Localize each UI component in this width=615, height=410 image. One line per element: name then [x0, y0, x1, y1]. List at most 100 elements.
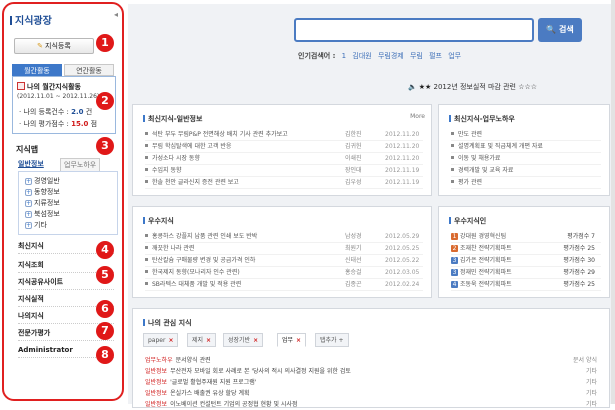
sidebar: 지식광장 ◂ ✎ 지식등록 월간활동 연간활동 나의 월간지식활동 (2012.1…	[2, 2, 124, 401]
tree-item[interactable]: + 북섬정보	[19, 209, 117, 220]
list-item[interactable]: 일반정보 무산전자 모바일 회로 사례로 본 '당사의 적시 의사결정 지원을 위…	[145, 366, 601, 377]
tree-item-label: 동향정보	[34, 188, 60, 196]
notice-stars-right: ☆☆☆	[518, 83, 538, 91]
list-item[interactable]: 무림 학심탈색에 대한 고객 반응 김귀헌 2012.11.20	[145, 141, 423, 153]
list-item[interactable]: 한솔 천안 글라신지 증전 관련 보고 김우성 2012.11.19	[145, 177, 423, 189]
keyword-link[interactable]: 업무	[448, 52, 461, 60]
speaker-icon: 🔈	[408, 83, 417, 91]
tab-general-info[interactable]: 일반정보	[18, 158, 44, 170]
collapse-icon[interactable]: ◂	[114, 10, 118, 19]
close-icon[interactable]: ×	[253, 337, 258, 344]
tree-item[interactable]: + 지류정보	[19, 198, 117, 209]
list-item[interactable]: 3 정재민 전략기획파트 평가점수 29	[451, 267, 601, 279]
notice-stars-left: ★★	[418, 83, 432, 91]
rating-unit: 점	[90, 120, 98, 128]
registered-value: 2.0	[71, 108, 84, 116]
interest-tab[interactable]: 성장기반 ×	[223, 333, 264, 347]
search-button[interactable]: 🔍 검색	[538, 18, 582, 42]
expand-icon[interactable]: +	[25, 189, 32, 196]
close-icon[interactable]: ×	[168, 337, 173, 344]
tree-item-label: 기타	[34, 221, 47, 229]
activity-period: (2012.11.01 ~ 2012.11.26)	[17, 93, 100, 100]
tree-item[interactable]: + 동향정보	[19, 187, 117, 198]
tab-monthly[interactable]: 월간활동	[12, 64, 62, 76]
panel-title: 우수지식	[143, 216, 174, 226]
list-item[interactable]: 한국제지 동향(모나리자 인수 관련) 홍승걸 2012.03.05	[145, 267, 423, 279]
callout-badge-2: 2	[96, 92, 114, 110]
pencil-icon: ✎	[37, 42, 44, 50]
tab-work-knowhow[interactable]: 업무노하우	[60, 158, 101, 172]
expand-icon[interactable]: +	[25, 211, 32, 218]
list-item[interactable]: 이동 및 채용가료	[451, 153, 601, 165]
list-item[interactable]: 업무노하우 문서양식 관련 문서 양식	[145, 355, 601, 366]
panel-title: 최신지식-업무노하우	[449, 114, 515, 124]
tree-item[interactable]: + 경영일반	[19, 176, 117, 187]
callout-badge-4: 4	[96, 241, 114, 259]
list-item[interactable]: SB라텍스 대체품 개발 및 적용 관련 김종곤 2012.02.24	[145, 279, 423, 291]
interest-tab-active[interactable]: 업무 ×	[277, 333, 307, 347]
list-item[interactable]: 설명계획표 및 직급체계 개편 자료	[451, 141, 601, 153]
list-item[interactable]: 수입지 동향 장인대 2012.11.19	[145, 165, 423, 177]
keyword-link[interactable]: 무림경제	[378, 52, 404, 60]
list-item[interactable]: 만도 관련	[451, 129, 601, 141]
list-item[interactable]: 석탄 부두 무림P&P 전면해상 배치 기사 관련 추가보고 김한진 2012.11…	[145, 129, 423, 141]
list-item[interactable]: 2 조재찬 전략기획파트 평가점수 25	[451, 243, 601, 255]
tab-yearly[interactable]: 연간활동	[64, 64, 114, 76]
popular-keywords: 인기검색어 : 1 김대원 무림경제 무림 펄프 업무	[298, 51, 465, 61]
close-icon[interactable]: ×	[206, 337, 211, 344]
list-item[interactable]: 일반정보 온실가스 배출권 유상 할당 계획 기타	[145, 388, 601, 399]
tree-item[interactable]: + 기타	[19, 220, 117, 231]
best-people-panel: 우수지식인 1 강대원 경영혁신팀 평가점수 7 2 조재찬 전략기획파트 평가점수 2…	[438, 206, 610, 298]
list-item[interactable]: 1 강대원 경영혁신팀 평가점수 7	[451, 231, 601, 243]
callout-badge-3: 3	[96, 137, 114, 155]
keyword-link[interactable]: 펄프	[429, 52, 442, 60]
interest-tab[interactable]: 제지 ×	[187, 333, 217, 347]
notice-text: 2012년 정보실적 마감 관련	[433, 83, 516, 91]
expand-icon[interactable]: +	[25, 200, 32, 207]
register-knowledge-button[interactable]: ✎ 지식등록	[14, 38, 94, 54]
add-tab-button[interactable]: 탭추가 +	[315, 333, 349, 347]
keyword-link[interactable]: 무림	[410, 52, 423, 60]
tree-item-label: 경영일반	[34, 177, 60, 185]
list-item[interactable]: 일반정보 이노베이션 컨설턴트 기업의 공정협 현황 및 시사점 기타	[145, 399, 601, 410]
expand-icon[interactable]: +	[25, 178, 32, 185]
list-item[interactable]: 가성소다 시장 동향 이쇄진 2012.11.20	[145, 153, 423, 165]
close-icon[interactable]: ×	[296, 337, 301, 344]
calendar-icon	[17, 82, 25, 90]
knowledge-map-title: 지식맵	[16, 145, 39, 154]
list-item[interactable]: 홍콩하스 강플지 납품 관련 인쇄 보도 반박 남성경 2012.05.29	[145, 231, 423, 243]
panel-title: 나의 관심 지식	[143, 318, 192, 328]
knowledge-tree: + 경영일반 + 동향정보 + 지류정보 + 북섬정보 + 기타	[18, 171, 118, 235]
list-item[interactable]: 깨끗한 나라 관련 최원기 2012.05.25	[145, 243, 423, 255]
interest-list: 업무노하우 문서양식 관련 문서 양식 일반정보 무산전자 모바일 회로 사례로 본 …	[145, 355, 601, 410]
more-link[interactable]: More	[410, 113, 425, 120]
list-item[interactable]: 평가 관련	[451, 177, 601, 189]
best-knowledge-list: 홍콩하스 강플지 납품 관련 인쇄 보도 반박 남성경 2012.05.29 깨끗한…	[145, 231, 423, 291]
keyword-link[interactable]: 김대원	[352, 52, 371, 60]
list-item[interactable]: 탄산칼슘 구매물량 변경 및 공급가격 인하 신태선 2012.05.22	[145, 255, 423, 267]
panel-title: 최신지식-일반정보	[143, 114, 202, 124]
activity-title-text: 나의 월간지식활동	[27, 83, 81, 91]
best-knowledge-panel: 우수지식 홍콩하스 강플지 납품 관련 인쇄 보도 반박 남성경 2012.05.2…	[132, 206, 432, 298]
callout-badge-6: 6	[96, 300, 114, 318]
popular-label: 인기검색어 :	[298, 52, 336, 60]
list-item[interactable]: 3 김가은 전략기획파트 평가점수 30	[451, 255, 601, 267]
expand-icon[interactable]: +	[25, 222, 32, 229]
vertical-scrollbar[interactable]	[611, 0, 615, 404]
activity-tabs: 월간활동 연간활동	[12, 64, 116, 76]
registered-count-row: · 나의 등록건수 : 2.0 건	[19, 107, 92, 117]
list-item[interactable]: 일반정보 '글로벌 활협주재원 지원 프로그램' 기타	[145, 377, 601, 388]
knowledge-map-tabs: 일반정보 업무노하우	[18, 158, 118, 172]
sidebar-title: 지식광장	[10, 12, 52, 27]
list-item[interactable]: 4 조동욱 전략기획파트 평가점수 25	[451, 279, 601, 291]
interest-tab[interactable]: paper ×	[143, 333, 179, 347]
search-icon: 🔍	[546, 25, 557, 34]
search-input[interactable]	[294, 18, 534, 42]
registered-label: · 나의 등록건수 :	[19, 108, 69, 116]
keyword-link[interactable]: 1	[342, 52, 346, 60]
callout-badge-8: 8	[96, 346, 114, 364]
list-item[interactable]: 경력개발 및 교육 자료	[451, 165, 601, 177]
best-people-list: 1 강대원 경영혁신팀 평가점수 7 2 조재찬 전략기획파트 평가점수 25 3 김가은…	[451, 231, 601, 291]
recent-knowhow-panel: 최신지식-업무노하우 만도 관련 설명계획표 및 직급체계 개편 자료 이동 및…	[438, 104, 610, 196]
notice-banner[interactable]: 🔈 ★★ 2012년 정보실적 마감 관련 ☆☆☆	[408, 82, 537, 92]
